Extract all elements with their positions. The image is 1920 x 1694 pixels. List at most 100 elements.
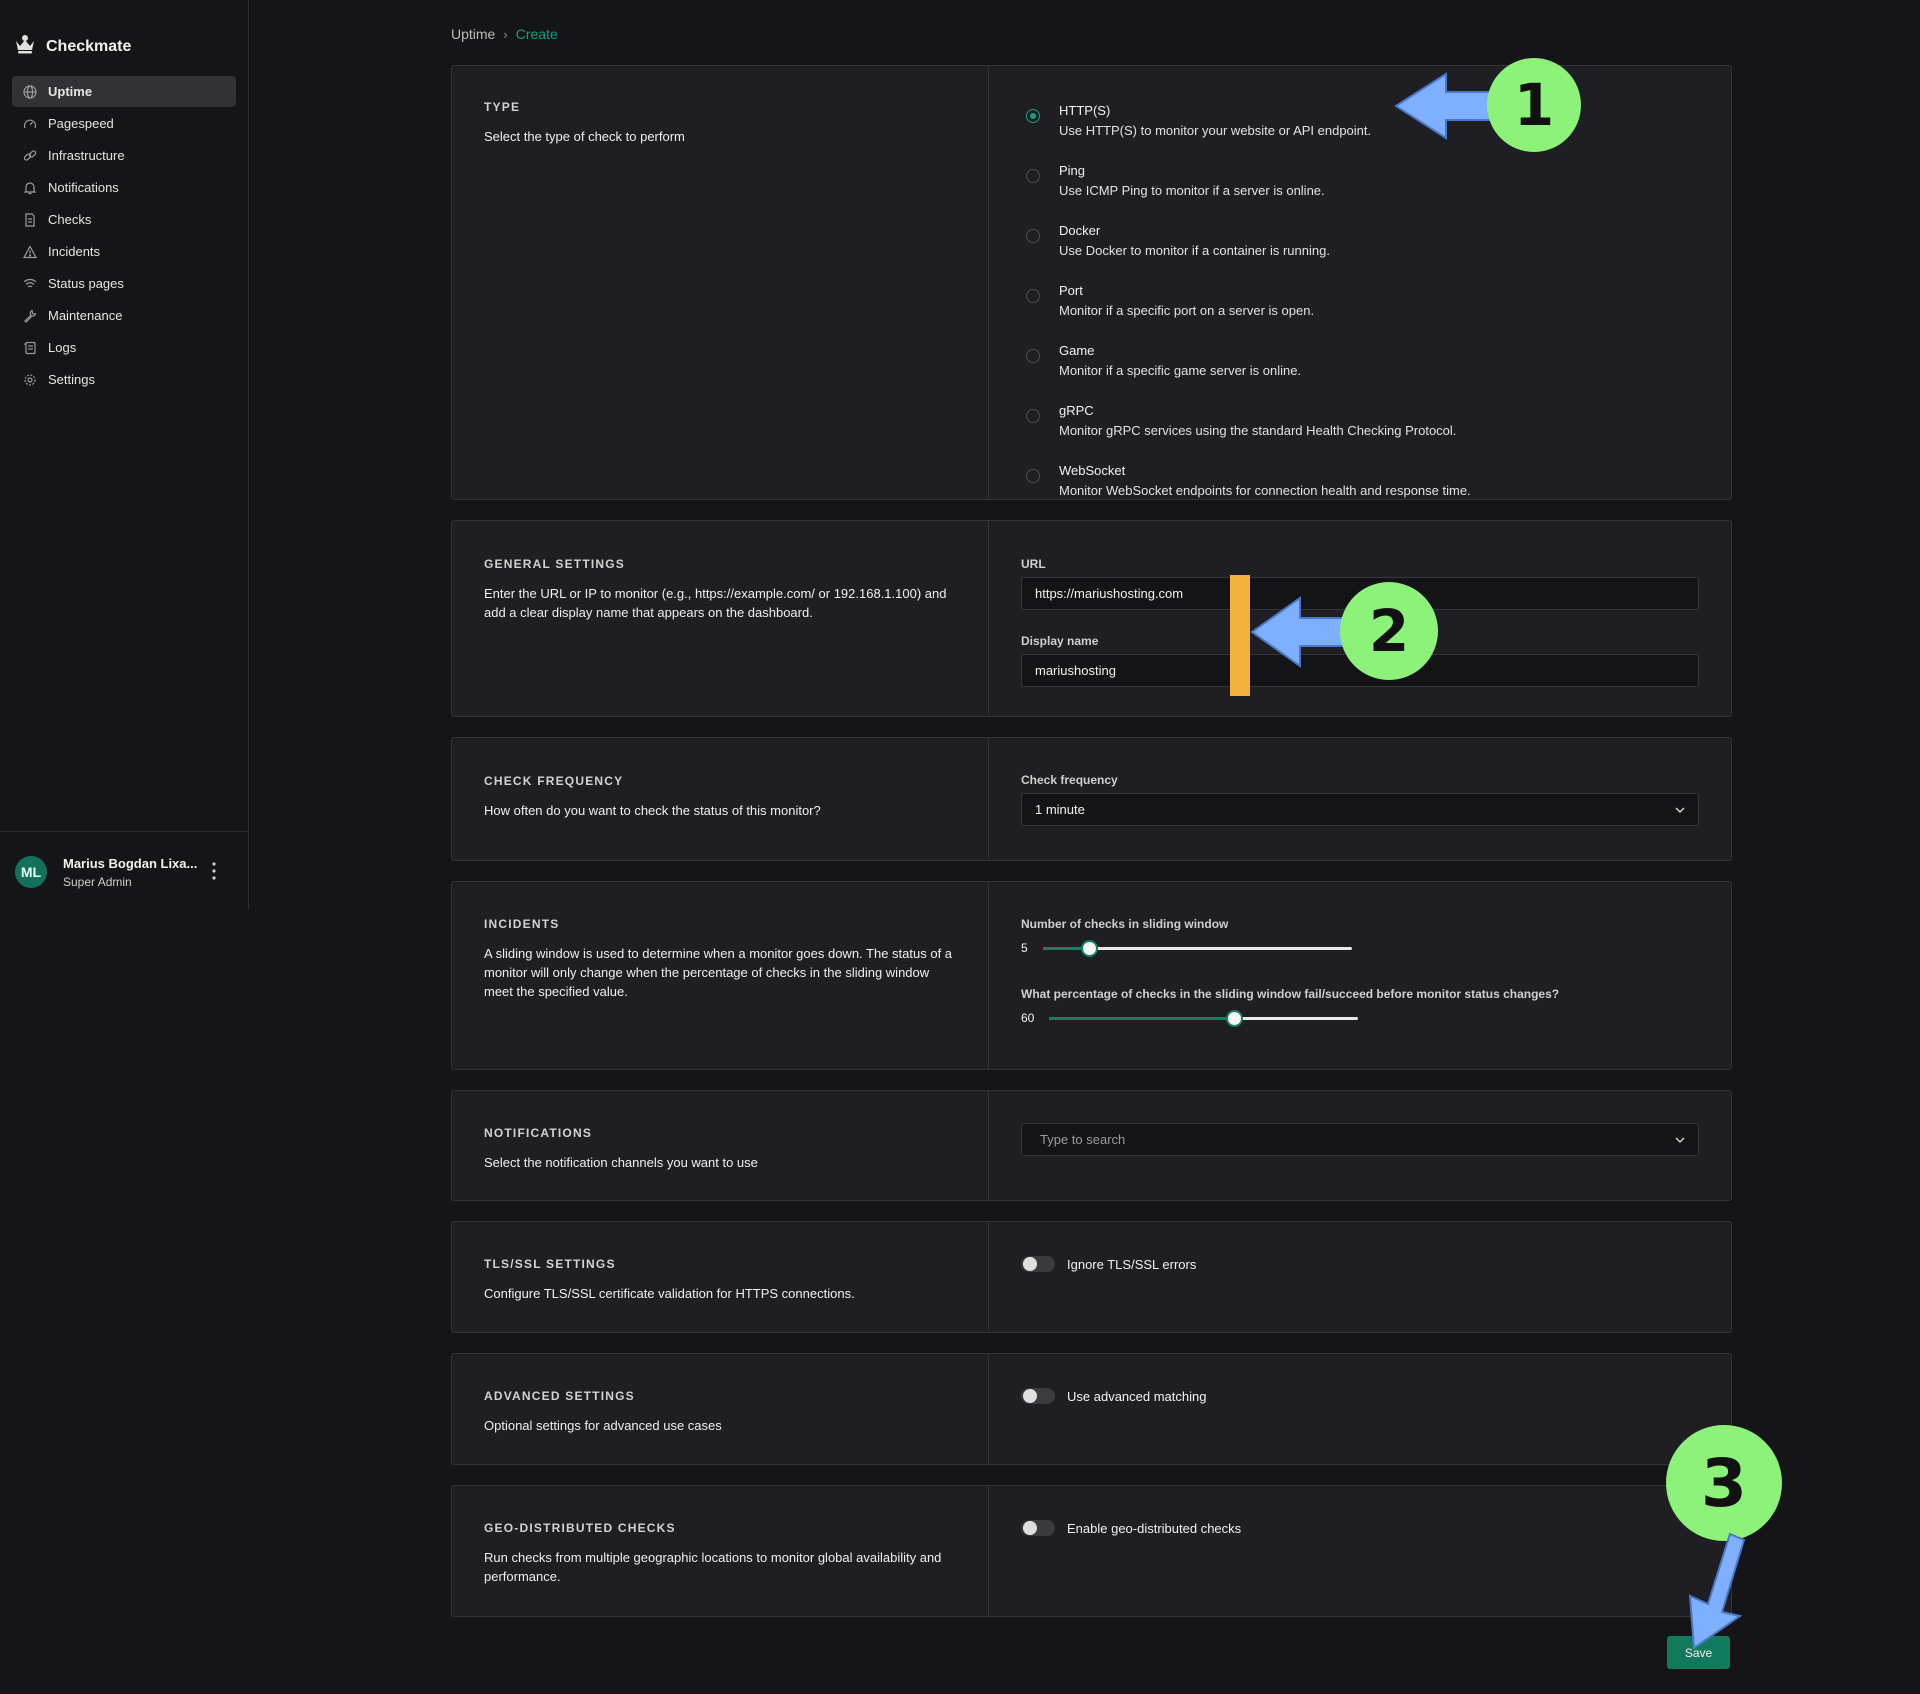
sliding-window-slider[interactable] (1043, 939, 1352, 957)
radio-label: Game (1059, 343, 1095, 358)
breadcrumb-uptime-link[interactable]: Uptime (451, 26, 495, 42)
chevron-down-icon (1674, 1132, 1686, 1147)
section-title: INCIDENTS (484, 917, 560, 931)
radio-button[interactable] (1026, 229, 1040, 243)
breadcrumb-current: Create (515, 26, 558, 42)
gauge-icon (22, 116, 38, 132)
signal-icon (22, 276, 38, 292)
geo-checks-toggle[interactable] (1021, 1520, 1055, 1536)
gear-icon (22, 372, 38, 388)
check-frequency-select[interactable]: 1 minute (1021, 793, 1699, 826)
radio-option-grpc[interactable]: gRPC Monitor gRPC services using the sta… (1021, 402, 1699, 439)
url-label: URL (1021, 557, 1046, 571)
failure-percentage-slider[interactable] (1049, 1009, 1358, 1027)
slider-thumb[interactable] (1226, 1009, 1244, 1027)
check-frequency-card: CHECK FREQUENCY How often do you want to… (451, 737, 1732, 861)
sidebar-item-label: Logs (48, 340, 77, 355)
section-title: GEO-DISTRIBUTED CHECKS (484, 1521, 676, 1535)
globe-icon (22, 84, 38, 100)
annotation-badge-1: 1 (1487, 58, 1581, 152)
radio-option-docker[interactable]: Docker Use Docker to monitor if a contai… (1021, 222, 1699, 259)
radio-label: Ping (1059, 163, 1086, 178)
sidebar-item-label: Maintenance (48, 308, 123, 323)
app-name: Checkmate (46, 37, 132, 55)
sidebar-item-label: Infrastructure (48, 148, 125, 163)
tls-ssl-card: TLS/SSL SETTINGS Configure TLS/SSL certi… (451, 1221, 1732, 1333)
radio-option-port[interactable]: Port Monitor if a specific port on a ser… (1021, 282, 1699, 319)
sidebar-item-label: Settings (48, 372, 95, 387)
radio-option-websocket[interactable]: WebSocket Monitor WebSocket endpoints fo… (1021, 462, 1699, 499)
slider-value: 5 (1021, 941, 1028, 955)
section-title: NOTIFICATIONS (484, 1126, 593, 1140)
toggle-label: Use advanced matching (1067, 1388, 1207, 1404)
failure-percentage-slider-row: 60 (1021, 1009, 1699, 1027)
sidebar-item-logs[interactable]: Logs (12, 332, 236, 363)
radio-button[interactable] (1026, 469, 1040, 483)
radio-button[interactable] (1026, 169, 1040, 183)
warning-icon (22, 244, 38, 260)
section-title: CHECK FREQUENCY (484, 774, 624, 788)
advanced-settings-card: ADVANCED SETTINGS Optional settings for … (451, 1353, 1732, 1465)
brand[interactable]: Checkmate (14, 34, 131, 59)
sidebar-item-label: Notifications (48, 180, 119, 195)
advanced-matching-toggle-row: Use advanced matching (1021, 1388, 1699, 1404)
breadcrumb: Uptime › Create (451, 26, 558, 42)
sidebar-item-incidents[interactable]: Incidents (12, 236, 236, 267)
section-description: Enter the URL or IP to monitor (e.g., ht… (484, 586, 947, 620)
notification-channels-select[interactable]: Type to search (1021, 1123, 1699, 1156)
sidebar-item-settings[interactable]: Settings (12, 364, 236, 395)
sidebar-item-label: Checks (48, 212, 92, 227)
sidebar-item-maintenance[interactable]: Maintenance (12, 300, 236, 331)
save-button[interactable]: Save (1667, 1636, 1730, 1669)
radio-description: Use Docker to monitor if a container is … (1059, 243, 1330, 258)
sidebar-item-pagespeed[interactable]: Pagespeed (12, 108, 236, 139)
ignore-tls-toggle[interactable] (1021, 1256, 1055, 1272)
radio-description: Monitor if a specific port on a server i… (1059, 303, 1315, 318)
sidebar-item-checks[interactable]: Checks (12, 204, 236, 235)
radio-label: Port (1059, 283, 1083, 298)
wrench-icon (22, 308, 38, 324)
avatar[interactable]: ML (15, 856, 47, 888)
radio-button[interactable] (1026, 349, 1040, 363)
radio-label: HTTP(S) (1059, 103, 1111, 118)
radio-option-game[interactable]: Game Monitor if a specific game server i… (1021, 342, 1699, 379)
radio-description: Monitor WebSocket endpoints for connecti… (1059, 483, 1471, 498)
sidebar: Checkmate Uptime Pagespeed Infrastructur… (0, 0, 249, 910)
radio-label: WebSocket (1059, 463, 1126, 478)
section-description: Select the notification channels you wan… (484, 1155, 758, 1170)
section-title: ADVANCED SETTINGS (484, 1389, 635, 1403)
geo-distributed-card: GEO-DISTRIBUTED CHECKS Run checks from m… (451, 1485, 1732, 1617)
sliding-window-slider-row: 5 (1021, 939, 1699, 957)
sidebar-item-status-pages[interactable]: Status pages (12, 268, 236, 299)
section-title: TYPE (484, 100, 521, 114)
section-description: Optional settings for advanced use cases (484, 1418, 722, 1433)
radio-option-ping[interactable]: Ping Use ICMP Ping to monitor if a serve… (1021, 162, 1699, 199)
sidebar-item-label: Incidents (48, 244, 101, 259)
sidebar-nav: Uptime Pagespeed Infrastructure Notifica… (12, 76, 236, 396)
radio-option-https[interactable]: HTTP(S) Use HTTP(S) to monitor your webs… (1021, 102, 1699, 139)
sidebar-item-uptime[interactable]: Uptime (12, 76, 236, 107)
bell-icon (22, 180, 38, 196)
more-options-icon[interactable] (206, 860, 222, 882)
notifications-card: NOTIFICATIONS Select the notification ch… (451, 1090, 1732, 1201)
radio-label: Docker (1059, 223, 1101, 238)
sliding-window-label: Number of checks in sliding window (1021, 917, 1229, 931)
sidebar-item-notifications[interactable]: Notifications (12, 172, 236, 203)
logo-icon (14, 34, 36, 59)
incidents-card: INCIDENTS A sliding window is used to de… (451, 881, 1732, 1070)
slider-fill (1049, 1016, 1235, 1020)
user-name: Marius Bogdan Lixa... (63, 856, 198, 871)
chevron-down-icon (1674, 802, 1686, 817)
advanced-matching-toggle[interactable] (1021, 1388, 1055, 1404)
radio-description: Monitor gRPC services using the standard… (1059, 423, 1457, 438)
radio-button[interactable] (1026, 109, 1040, 123)
sidebar-item-infrastructure[interactable]: Infrastructure (12, 140, 236, 171)
slider-thumb[interactable] (1081, 939, 1099, 957)
radio-button[interactable] (1026, 289, 1040, 303)
geo-checks-toggle-row: Enable geo-distributed checks (1021, 1520, 1699, 1536)
annotation-badge-3: 3 (1666, 1425, 1782, 1541)
link-icon (22, 148, 38, 164)
radio-button[interactable] (1026, 409, 1040, 423)
sidebar-item-label: Uptime (48, 84, 93, 99)
user-role: Super Admin (63, 875, 132, 889)
